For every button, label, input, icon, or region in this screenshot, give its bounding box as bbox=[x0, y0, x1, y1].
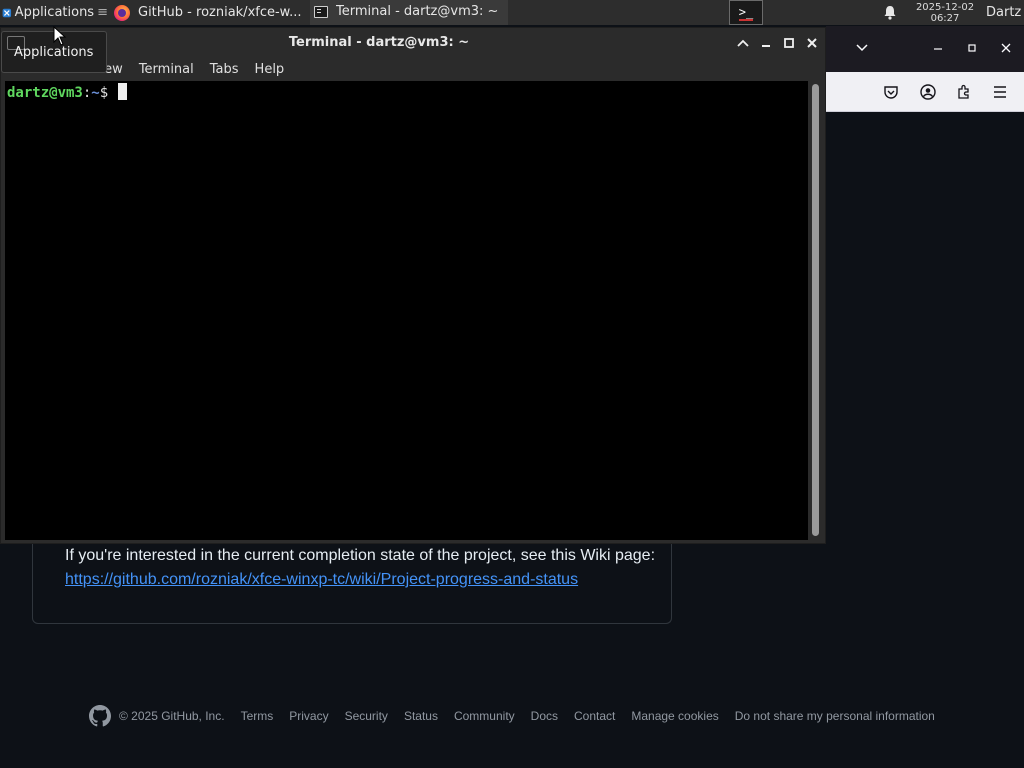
taskbar-item-github[interactable]: GitHub - rozniak/xfce-w... bbox=[110, 0, 310, 25]
footer-copyright: © 2025 GitHub, Inc. bbox=[119, 709, 225, 723]
footer-link-contact[interactable]: Contact bbox=[574, 709, 615, 723]
clock-time: 06:27 bbox=[930, 12, 960, 24]
user-name: Dartz bbox=[986, 5, 1022, 20]
terminal-window: Terminal - dartz@vm3: ~ File Edit View T… bbox=[0, 27, 826, 544]
clock-date: 2025-12-02 bbox=[915, 1, 975, 13]
prompt-line: dartz@vm3:~$ bbox=[7, 83, 127, 101]
close-icon[interactable] bbox=[802, 33, 822, 53]
footer-link-docs[interactable]: Docs bbox=[531, 709, 558, 723]
account-icon[interactable] bbox=[917, 81, 939, 103]
minimize-icon[interactable] bbox=[756, 33, 776, 53]
applications-menu-button[interactable]: Applications ≡ bbox=[0, 0, 108, 25]
footer-link-terms[interactable]: Terms bbox=[241, 709, 274, 723]
footer-link-status[interactable]: Status bbox=[404, 709, 438, 723]
terminal-titlebar[interactable]: Terminal - dartz@vm3: ~ bbox=[1, 28, 825, 57]
menu-help[interactable]: Help bbox=[255, 62, 285, 77]
clock[interactable]: 2025-12-02 06:27 bbox=[908, 0, 982, 25]
tooltip-text: Applications bbox=[14, 45, 94, 60]
footer-link-do-not-share[interactable]: Do not share my personal information bbox=[735, 709, 935, 723]
readme-text: If you're interested in the current comp… bbox=[65, 547, 656, 564]
github-footer: © 2025 GitHub, Inc. Terms Privacy Securi… bbox=[89, 705, 951, 727]
prompt-user-host: dartz@vm3 bbox=[7, 85, 83, 101]
pocket-icon[interactable] bbox=[880, 81, 902, 103]
tray-terminal-launcher[interactable]: >_ bbox=[729, 0, 763, 25]
terminal-icon bbox=[314, 5, 328, 18]
terminal-menubar: File Edit View Terminal Tabs Help bbox=[1, 57, 825, 81]
terminal-launcher-icon: >_ bbox=[738, 4, 754, 21]
firefox-icon bbox=[114, 4, 130, 21]
xfce-logo-icon bbox=[2, 8, 12, 17]
browser-tab-strip bbox=[826, 26, 1024, 72]
taskbar-label: GitHub - rozniak/xfce-w... bbox=[138, 5, 302, 20]
minimize-icon[interactable] bbox=[928, 38, 948, 58]
hamburger-menu-icon[interactable] bbox=[989, 81, 1011, 103]
applications-label: Applications bbox=[14, 5, 95, 20]
scrollbar-thumb[interactable] bbox=[812, 84, 819, 536]
terminal-title: Terminal - dartz@vm3: ~ bbox=[288, 35, 470, 50]
footer-link-privacy[interactable]: Privacy bbox=[289, 709, 328, 723]
top-panel: Applications ≡ GitHub - rozniak/xfce-w..… bbox=[0, 0, 1024, 25]
footer-link-manage-cookies[interactable]: Manage cookies bbox=[631, 709, 718, 723]
maximize-icon[interactable] bbox=[962, 38, 982, 58]
maximize-icon[interactable] bbox=[779, 33, 799, 53]
menu-tabs[interactable]: Tabs bbox=[210, 62, 239, 77]
taskbar-item-terminal[interactable]: Terminal - dartz@vm3: ~ bbox=[310, 0, 508, 25]
footer-link-community[interactable]: Community bbox=[454, 709, 515, 723]
extensions-icon[interactable] bbox=[953, 81, 975, 103]
notifications-button[interactable] bbox=[880, 0, 900, 25]
bell-icon bbox=[884, 6, 896, 20]
terminal-output[interactable]: dartz@vm3:~$ bbox=[5, 81, 808, 540]
footer-link-security[interactable]: Security bbox=[345, 709, 388, 723]
terminal-scrollbar[interactable] bbox=[809, 81, 825, 540]
close-icon[interactable] bbox=[996, 38, 1016, 58]
prompt-symbol: $ bbox=[99, 85, 117, 101]
user-menu[interactable]: Dartz bbox=[986, 0, 1024, 25]
applications-overflow-icon: ≡ bbox=[97, 5, 108, 20]
readme-paragraph: If you're interested in the current comp… bbox=[65, 544, 665, 592]
wiki-link[interactable]: https://github.com/rozniak/xfce-winxp-tc… bbox=[65, 571, 578, 588]
taskbar-label: Terminal - dartz@vm3: ~ bbox=[336, 4, 499, 19]
browser-toolbar bbox=[826, 72, 1024, 112]
shade-icon[interactable] bbox=[733, 33, 753, 53]
github-logo-icon[interactable] bbox=[89, 705, 111, 727]
text-cursor bbox=[117, 83, 127, 100]
menu-terminal[interactable]: Terminal bbox=[139, 62, 194, 77]
prompt-path: ~ bbox=[91, 85, 100, 101]
mouse-pointer-icon bbox=[53, 26, 67, 46]
chevron-down-icon[interactable] bbox=[852, 38, 872, 58]
